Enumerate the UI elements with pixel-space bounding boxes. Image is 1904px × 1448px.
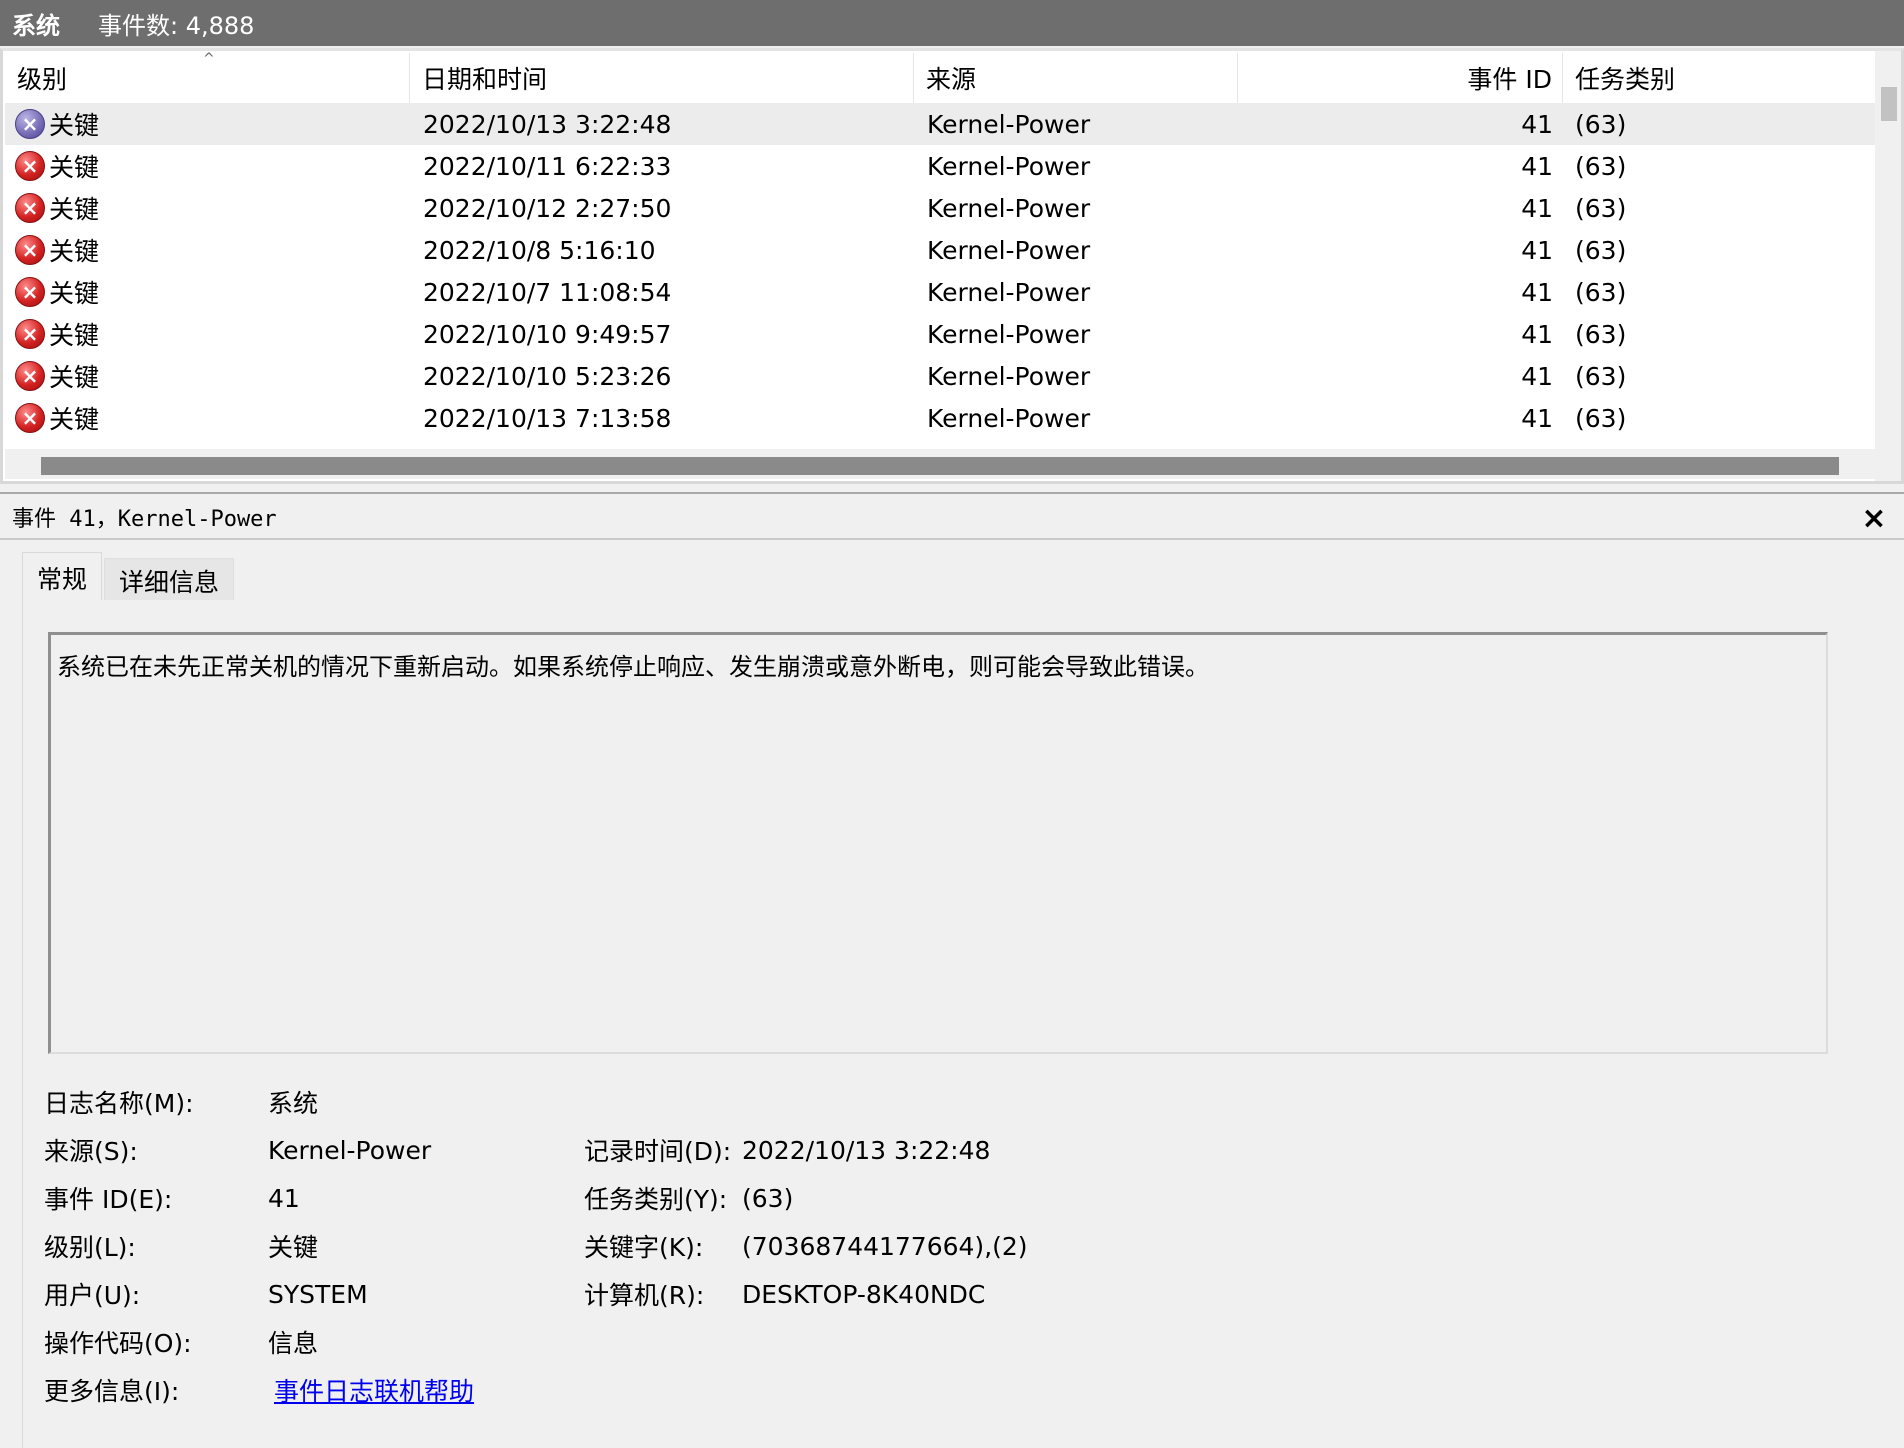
pane-splitter[interactable] — [0, 484, 1904, 494]
critical-error-icon: × — [15, 235, 45, 265]
column-header-level[interactable]: 级别 ^ — [5, 51, 410, 103]
table-row[interactable]: × 关键 2022/10/11 6:22:33 Kernel-Power 41 (… — [5, 145, 1877, 187]
critical-error-icon: × — [15, 361, 45, 391]
table-row[interactable]: × 关键 2022/10/10 5:23:26 Kernel-Power 41 (… — [5, 355, 1877, 397]
critical-error-icon: × — [15, 403, 45, 433]
value-source: Kernel-Power — [268, 1135, 432, 1165]
label-keywords: 关键字(K): — [584, 1233, 704, 1262]
vertical-scrollbar[interactable] — [1875, 51, 1901, 481]
sort-ascending-icon: ^ — [203, 51, 215, 67]
column-header-datetime[interactable]: 日期和时间 — [410, 53, 914, 103]
detail-tabs: 常规 详细信息 — [22, 552, 236, 602]
column-header-task-category[interactable]: 任务类别 — [1563, 53, 1877, 103]
event-description[interactable]: 系统已在未先正常关机的情况下重新启动。如果系统停止响应、发生崩溃或意外断电，则可… — [48, 632, 1828, 1054]
critical-error-icon: × — [15, 193, 45, 223]
table-row[interactable]: × 关键 2022/10/12 2:27:50 Kernel-Power 41 (… — [5, 187, 1877, 229]
label-event-id: 事件 ID(E): — [44, 1185, 173, 1214]
table-row[interactable]: × 关键 2022/10/8 5:16:10 Kernel-Power 41 (6… — [5, 229, 1877, 271]
value-keywords: (70368744177664),(2) — [742, 1231, 1028, 1261]
event-list-header: 级别 ^ 日期和时间 来源 事件 ID 任务类别 — [5, 51, 1877, 103]
label-logged: 记录时间(D): — [584, 1137, 732, 1166]
horizontal-scrollbar[interactable] — [5, 449, 1877, 479]
label-opcode: 操作代码(O): — [44, 1329, 192, 1358]
event-count: 事件数: 4,888 — [98, 11, 255, 40]
event-log-online-help-link[interactable]: 事件日志联机帮助 — [274, 1370, 474, 1410]
critical-error-icon: × — [15, 151, 45, 181]
event-detail-title: 事件 41，Kernel-Power — [0, 496, 1904, 540]
close-icon[interactable]: × — [1856, 496, 1892, 540]
label-computer: 计算机(R): — [584, 1281, 705, 1310]
log-name: 系统 — [12, 11, 60, 40]
tab-details[interactable]: 详细信息 — [104, 558, 235, 602]
table-row[interactable]: × 关键 2022/10/7 11:08:54 Kernel-Power 41 (… — [5, 271, 1877, 313]
label-log-name: 日志名称(M): — [44, 1089, 194, 1118]
log-title-bar: 系统 事件数: 4,888 — [0, 0, 1904, 46]
horizontal-scrollbar-thumb[interactable] — [41, 457, 1839, 475]
value-level: 关键 — [268, 1233, 319, 1262]
table-row[interactable]: × 关键 2022/10/10 9:49:57 Kernel-Power 41 (… — [5, 313, 1877, 355]
table-row[interactable]: × 关键 2022/10/13 7:13:58 Kernel-Power 41 (… — [5, 397, 1877, 439]
label-level: 级别(L): — [44, 1233, 136, 1262]
column-header-event-id[interactable]: 事件 ID — [1238, 53, 1563, 103]
label-source: 来源(S): — [44, 1137, 138, 1166]
value-opcode: 信息 — [268, 1329, 319, 1358]
event-list[interactable]: 级别 ^ 日期和时间 来源 事件 ID 任务类别 × 关键 2022/10/13 … — [0, 48, 1904, 484]
column-header-source[interactable]: 来源 — [914, 53, 1238, 103]
value-computer: DESKTOP-8K40NDC — [742, 1279, 986, 1309]
critical-error-icon: × — [15, 277, 45, 307]
value-task-category: (63) — [742, 1183, 794, 1213]
tab-general[interactable]: 常规 — [22, 552, 103, 602]
value-logged: 2022/10/13 3:22:48 — [742, 1135, 991, 1165]
label-more-info: 更多信息(I): — [44, 1377, 180, 1406]
label-task-category: 任务类别(Y): — [584, 1185, 728, 1214]
critical-error-icon: × — [15, 319, 45, 349]
table-row[interactable]: × 关键 2022/10/13 3:22:48 Kernel-Power 41 (… — [5, 103, 1877, 145]
event-rows: × 关键 2022/10/13 3:22:48 Kernel-Power 41 (… — [5, 103, 1877, 495]
value-event-id: 41 — [268, 1183, 300, 1213]
value-user: SYSTEM — [268, 1279, 368, 1309]
critical-error-icon: × — [15, 109, 45, 139]
label-user: 用户(U): — [44, 1281, 141, 1310]
vertical-scrollbar-thumb[interactable] — [1881, 87, 1897, 121]
value-log-name: 系统 — [268, 1089, 319, 1118]
